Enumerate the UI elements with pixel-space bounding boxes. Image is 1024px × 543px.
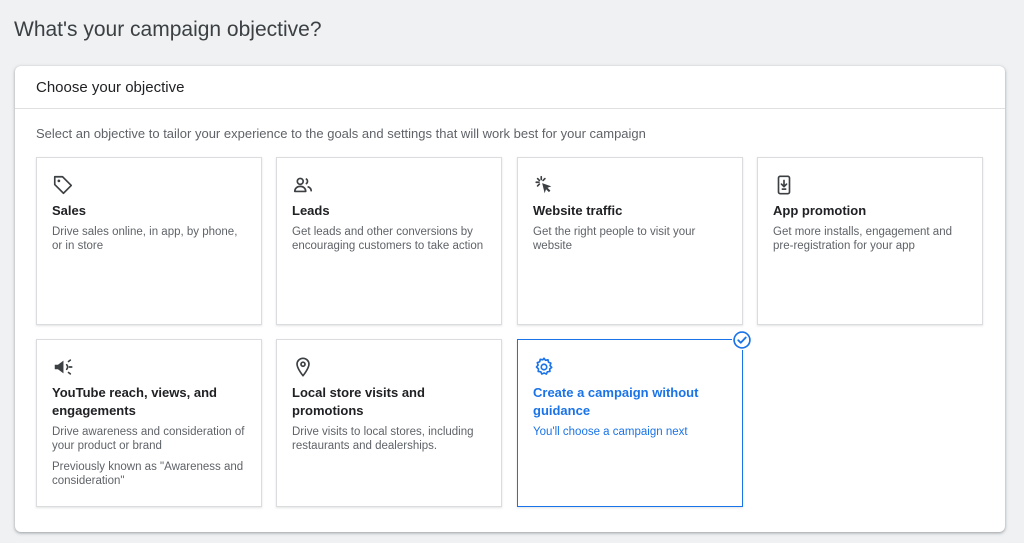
objective-card-app-promotion[interactable]: App promotion Get more installs, engagem… (757, 157, 983, 325)
page-title: What's your campaign objective? (14, 18, 322, 41)
gear-icon (533, 356, 555, 378)
objective-title: Sales (52, 203, 86, 218)
objective-note: Previously known as "Awareness and consi… (52, 461, 244, 487)
panel-header: Choose your objective (15, 66, 1005, 109)
objective-description: You'll choose a campaign next (533, 426, 688, 438)
objective-card-youtube-reach[interactable]: YouTube reach, views, and engagements Dr… (36, 339, 262, 507)
people-icon (292, 174, 314, 196)
objective-title: Leads (292, 203, 330, 218)
objective-card-leads[interactable]: Leads Get leads and other conversions by… (276, 157, 502, 325)
objective-description: Get the right people to visit your websi… (533, 226, 696, 252)
objective-panel: Choose your objective Select an objectiv… (15, 66, 1005, 532)
phone-download-icon (773, 174, 795, 196)
objective-title: Create a campaign without guidance (533, 385, 699, 418)
tag-icon (52, 174, 74, 196)
objective-title: App promotion (773, 203, 867, 218)
objective-title: Local store visits and promotions (292, 385, 425, 418)
objective-description: Get more installs, engagement and pre-re… (773, 226, 952, 252)
objective-card-no-guidance[interactable]: Create a campaign without guidance You'l… (517, 330, 752, 507)
objective-instructions: Select an objective to tailor your exper… (36, 126, 646, 141)
selected-check-icon (732, 330, 752, 350)
objective-title: YouTube reach, views, and engagements (52, 385, 217, 418)
objective-card-website-traffic[interactable]: Website traffic Get the right people to … (517, 157, 743, 325)
objective-description: Drive awareness and consideration of you… (52, 426, 245, 452)
objective-card-local-store[interactable]: Local store visits and promotions Drive … (276, 339, 502, 507)
objective-description: Drive sales online, in app, by phone, or… (52, 226, 238, 252)
megaphone-icon (52, 356, 74, 378)
objective-title: Website traffic (533, 203, 623, 218)
cursor-click-icon (533, 174, 555, 196)
objective-description: Get leads and other conversions by encou… (292, 226, 484, 252)
objective-card-sales[interactable]: Sales Drive sales online, in app, by pho… (36, 157, 262, 325)
objective-description: Drive visits to local stores, including … (292, 426, 474, 452)
location-pin-icon (292, 356, 314, 378)
